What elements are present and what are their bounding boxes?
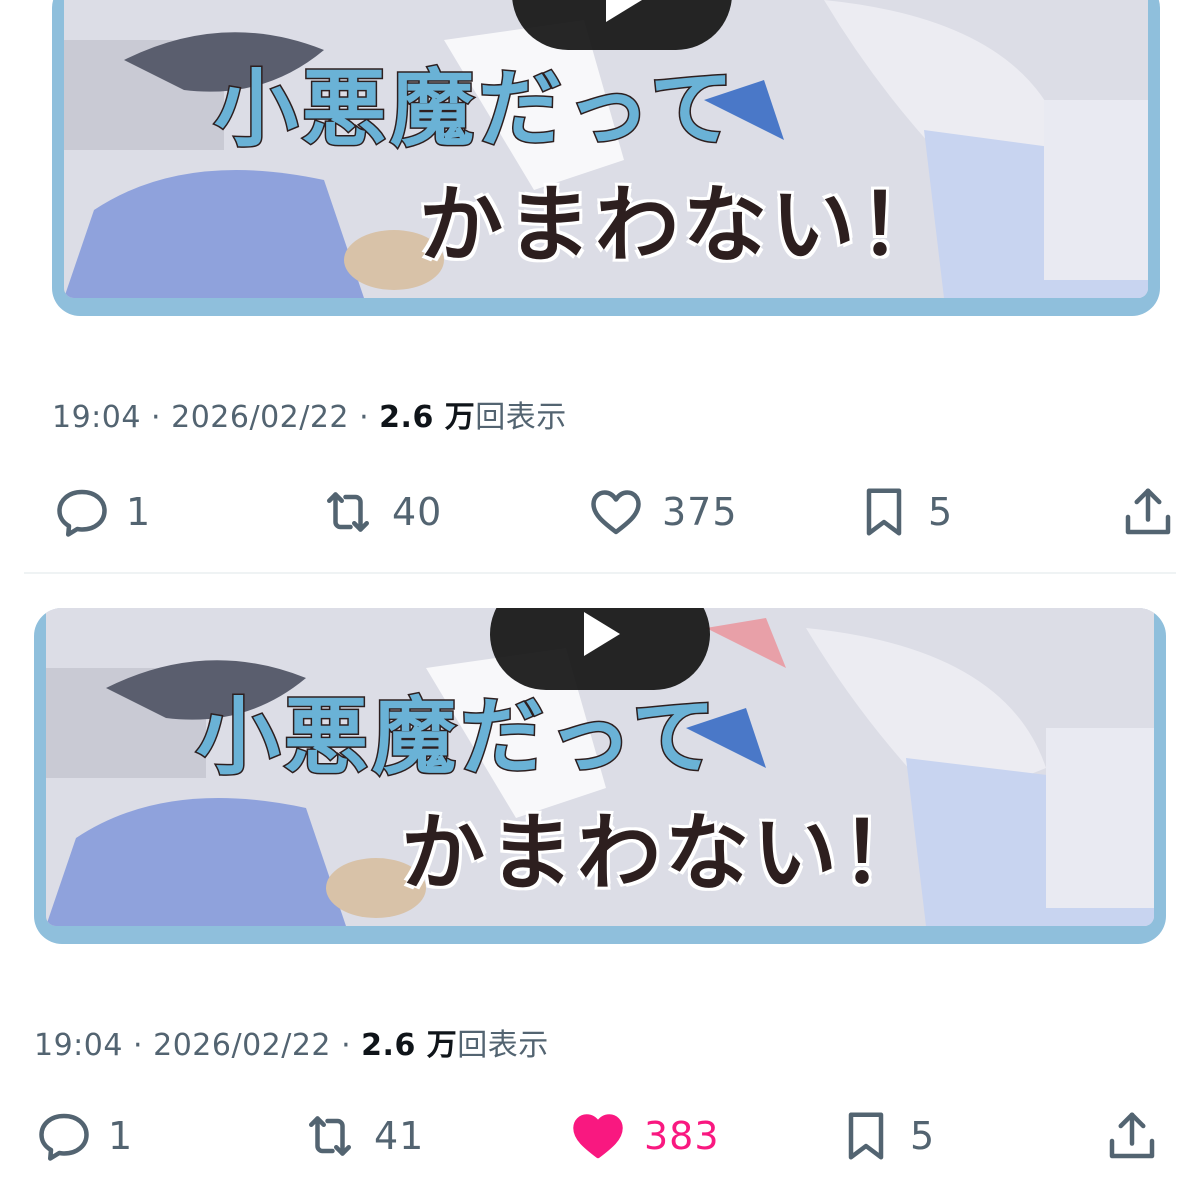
action-bar: 1 41 383 5 [0, 1106, 1200, 1166]
play-icon [606, 0, 642, 22]
video-media[interactable]: 小悪魔だって かまわない！ [52, 0, 1160, 316]
share-button[interactable] [1102, 1106, 1162, 1166]
repost-count: 41 [374, 1114, 425, 1158]
reply-count: 1 [108, 1114, 134, 1158]
post-date[interactable]: 2026/02/22 [153, 1028, 331, 1063]
post-date[interactable]: 2026/02/22 [171, 400, 349, 435]
reply-count: 1 [126, 490, 152, 534]
bookmark-button[interactable]: 5 [854, 482, 953, 542]
views-label[interactable]: 回表示 [457, 1028, 549, 1063]
like-count: 375 [662, 490, 738, 534]
share-button[interactable] [1118, 482, 1178, 542]
post-1: 小悪魔だって かまわない！ 19:04 · 2026/02/22 · 2.6 万… [0, 0, 1200, 570]
bookmark-count: 5 [928, 490, 954, 534]
action-bar: 1 40 375 5 [0, 482, 1200, 542]
reply-button[interactable]: 1 [52, 482, 151, 542]
reply-icon [39, 1113, 89, 1161]
like-button[interactable]: 375 [584, 482, 738, 542]
post-time[interactable]: 19:04 [34, 1028, 123, 1063]
reply-button[interactable]: 1 [34, 1106, 133, 1166]
repost-button[interactable]: 40 [318, 482, 442, 542]
like-count: 383 [644, 1114, 720, 1158]
like-button[interactable]: 383 [566, 1106, 720, 1166]
reply-icon [57, 489, 107, 537]
post-meta: 19:04 · 2026/02/22 · 2.6 万回表示 [34, 1020, 549, 1064]
bookmark-icon [848, 1112, 884, 1160]
bookmark-icon [866, 488, 902, 536]
share-icon [1125, 488, 1171, 535]
play-button[interactable] [512, 0, 732, 50]
post-2: 小悪魔だって かまわない！ 19:04 · 2026/02/22 · 2.6 万… [0, 574, 1200, 1200]
heart-icon [591, 490, 641, 535]
play-button[interactable] [490, 608, 710, 690]
meta-separator: · [359, 400, 370, 435]
views-count[interactable]: 2.6 万 [361, 1028, 457, 1063]
repost-button[interactable]: 41 [300, 1106, 424, 1166]
heart-filled-icon [573, 1114, 623, 1159]
meta-separator: · [341, 1028, 352, 1063]
repost-icon [309, 1116, 351, 1156]
play-icon [584, 612, 620, 656]
video-media[interactable]: 小悪魔だって かまわない！ [34, 608, 1166, 944]
share-icon [1109, 1112, 1155, 1159]
title-line-1: 小悪魔だって [213, 59, 738, 160]
bookmark-count: 5 [910, 1114, 936, 1158]
meta-separator: · [133, 1028, 144, 1063]
repost-icon [327, 492, 369, 532]
views-count[interactable]: 2.6 万 [379, 400, 475, 435]
bookmark-button[interactable]: 5 [836, 1106, 935, 1166]
views-label[interactable]: 回表示 [475, 400, 567, 435]
title-line-2: かまわない！ [419, 176, 948, 274]
title-line-2: かまわない！ [401, 804, 930, 902]
repost-count: 40 [392, 490, 443, 534]
post-time[interactable]: 19:04 [52, 400, 141, 435]
post-meta: 19:04 · 2026/02/22 · 2.6 万回表示 [52, 392, 567, 436]
meta-separator: · [151, 400, 162, 435]
